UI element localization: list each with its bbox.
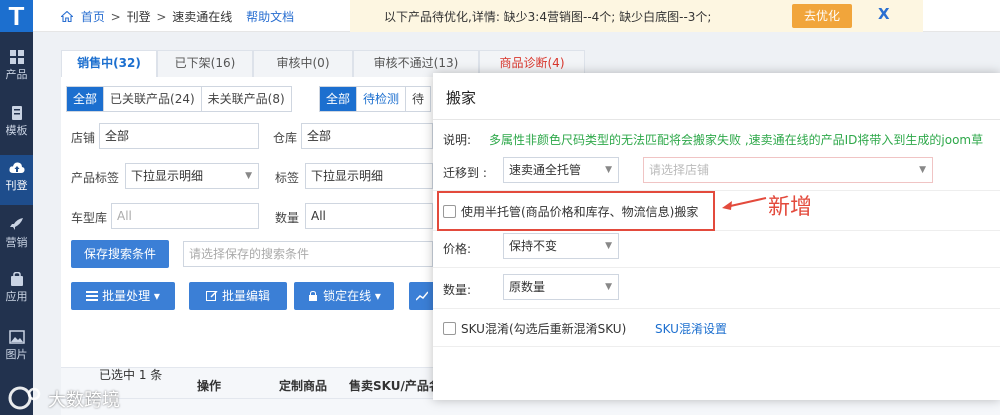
cloud-upload-icon <box>8 162 25 173</box>
bag-icon <box>10 272 23 286</box>
saved-search-select[interactable]: 请选择保存的搜索条件 <box>183 241 433 267</box>
sidebar-item-label: 应用 <box>5 290 28 303</box>
batch-edit-button[interactable]: 批量编辑 <box>189 282 287 310</box>
arrow-icon <box>722 197 767 210</box>
breadcrumb-separator: > <box>156 10 167 24</box>
price-label: 价格: <box>443 242 472 256</box>
sidebar-item-products[interactable]: 产品 <box>0 50 33 94</box>
chevron-down-icon: ▾ <box>374 289 381 303</box>
col-custom-product: 定制商品 <box>279 379 328 393</box>
sidebar-item-templates[interactable]: 模板 <box>0 106 33 150</box>
qty-label: 数量: <box>443 283 472 297</box>
model-lib-select[interactable]: All <box>111 203 259 229</box>
qty-select[interactable]: 原数量 ▼ <box>503 274 619 300</box>
product-tag-select[interactable]: 下拉显示明细 ▼ <box>125 163 259 189</box>
lock-online-button[interactable]: 锁定在线 ▾ <box>294 282 394 310</box>
shop-select[interactable]: 请选择店铺 ▼ <box>643 157 933 183</box>
detect-more[interactable]: 待 <box>406 87 430 111</box>
assoc-all[interactable]: 全部 <box>67 87 105 111</box>
home-icon <box>61 11 73 22</box>
app-logo[interactable]: T <box>0 0 33 32</box>
sidebar-item-publish[interactable]: 刊登 <box>0 155 33 205</box>
migrate-target-select[interactable]: 速卖通全托管 ▼ <box>503 157 619 183</box>
row-divider <box>433 308 1000 309</box>
lock-icon <box>309 291 318 301</box>
notice-text: 以下产品待优化,详情: 缺少3:4营销图--4个; 缺少白底图--3个; <box>384 10 712 24</box>
dialog-title: 搬家 <box>446 89 477 107</box>
sidebar-item-label: 刊登 <box>5 179 28 192</box>
tab-delisted[interactable]: 已下架(16) <box>157 50 253 78</box>
tab-on-sale[interactable]: 销售中(32) <box>61 50 157 78</box>
migrate-dialog: 搬家 说明: 多属性非颜色尺码类型的无法匹配将会搬家失败 ,速卖通在线的产品ID… <box>433 73 1000 400</box>
shop-label: 店铺 <box>71 131 96 145</box>
detection-filter: 全部 待检测 待 <box>319 86 432 112</box>
sidebar-item-label: 营销 <box>5 236 28 249</box>
batch-process-button[interactable]: 批量处理 ▾ <box>71 282 175 310</box>
quantity-select[interactable]: All <box>305 203 433 229</box>
warehouse-select[interactable]: 全部 <box>301 123 433 149</box>
sku-mix-settings-link[interactable]: SKU混淆设置 <box>655 320 727 337</box>
chevron-down-icon: ▼ <box>245 171 252 181</box>
rocket-icon <box>9 218 23 230</box>
row-divider <box>433 346 1000 347</box>
watermark-logo-icon <box>8 386 41 410</box>
optimize-button[interactable]: 去优化 <box>792 4 852 28</box>
breadcrumb: 首页 > 刊登 > 速卖通在线 帮助文档 <box>61 8 294 25</box>
sidebar-item-label: 模板 <box>5 124 28 137</box>
highlight-box <box>437 191 715 231</box>
list-icon <box>86 291 99 301</box>
row-divider <box>433 267 1000 268</box>
left-sidebar: T 产品 模板 刊登 营销 应用 图片 <box>0 0 33 415</box>
annotation-new: 新增 <box>768 195 813 220</box>
help-doc-link[interactable]: 帮助文档 <box>246 10 294 24</box>
chart-icon <box>416 291 428 301</box>
tag-label: 标签 <box>275 171 300 185</box>
note-text: 多属性非颜色尺码类型的无法匹配将会搬家失败 ,速卖通在线的产品ID将带入到生成的… <box>489 133 984 147</box>
save-search-button[interactable]: 保存搜索条件 <box>71 240 169 268</box>
watermark-text: 大数跨境 <box>48 390 120 411</box>
price-select[interactable]: 保持不变 ▼ <box>503 233 619 259</box>
top-bar: 首页 > 刊登 > 速卖通在线 帮助文档 以下产品待优化,详情: 缺少3:4营销… <box>33 0 1000 32</box>
sidebar-item-images[interactable]: 图片 <box>0 330 33 374</box>
breadcrumb-current: 速卖通在线 <box>172 10 233 24</box>
col-action: 操作 <box>197 379 222 393</box>
sku-mix-option[interactable]: SKU混淆(勾选后重新混淆SKU) <box>443 320 626 337</box>
detect-all[interactable]: 全部 <box>320 87 358 111</box>
close-notice-icon[interactable]: X <box>878 5 890 23</box>
note-label: 说明: <box>443 133 472 147</box>
shop-select[interactable]: 全部 <box>99 123 259 149</box>
chevron-down-icon: ▼ <box>605 282 612 292</box>
breadcrumb-home[interactable]: 首页 <box>81 10 105 24</box>
detect-pending[interactable]: 待检测 <box>357 87 407 111</box>
assoc-unlinked[interactable]: 未关联产品(8) <box>202 87 291 111</box>
sidebar-item-label: 产品 <box>5 68 28 81</box>
grid-icon <box>9 50 24 64</box>
chevron-down-icon: ▼ <box>605 241 612 251</box>
chevron-down-icon: ▼ <box>919 165 926 175</box>
breadcrumb-publish[interactable]: 刊登 <box>127 10 151 24</box>
image-icon <box>8 330 25 344</box>
model-lib-label: 车型库 <box>71 211 108 225</box>
selection-count <box>61 399 1000 415</box>
tag-select[interactable]: 下拉显示明细 <box>305 163 433 189</box>
edit-icon <box>205 291 218 301</box>
sidebar-item-label: 图片 <box>5 348 28 361</box>
template-icon <box>11 106 22 120</box>
warehouse-label: 仓库 <box>273 131 298 145</box>
product-tag-label: 产品标签 <box>71 171 120 185</box>
breadcrumb-separator: > <box>110 10 121 24</box>
selected-count-text: 已选中 1 条 <box>99 368 163 382</box>
chevron-down-icon: ▼ <box>605 165 612 175</box>
quantity-label: 数量 <box>275 211 300 225</box>
chevron-down-icon: ▾ <box>153 289 160 303</box>
assoc-linked[interactable]: 已关联产品(24) <box>104 87 202 111</box>
association-filter: 全部 已关联产品(24) 未关联产品(8) <box>66 86 292 112</box>
sidebar-item-apps[interactable]: 应用 <box>0 272 33 316</box>
sku-mix-checkbox[interactable] <box>443 322 456 335</box>
tab-reviewing[interactable]: 审核中(0) <box>253 50 353 78</box>
optimize-notice-bar: 以下产品待优化,详情: 缺少3:4营销图--4个; 缺少白底图--3个; 去优化… <box>350 0 923 32</box>
sidebar-item-marketing[interactable]: 营销 <box>0 218 33 262</box>
dialog-divider <box>433 119 1000 120</box>
migrate-to-label: 迁移到 : <box>443 166 487 180</box>
